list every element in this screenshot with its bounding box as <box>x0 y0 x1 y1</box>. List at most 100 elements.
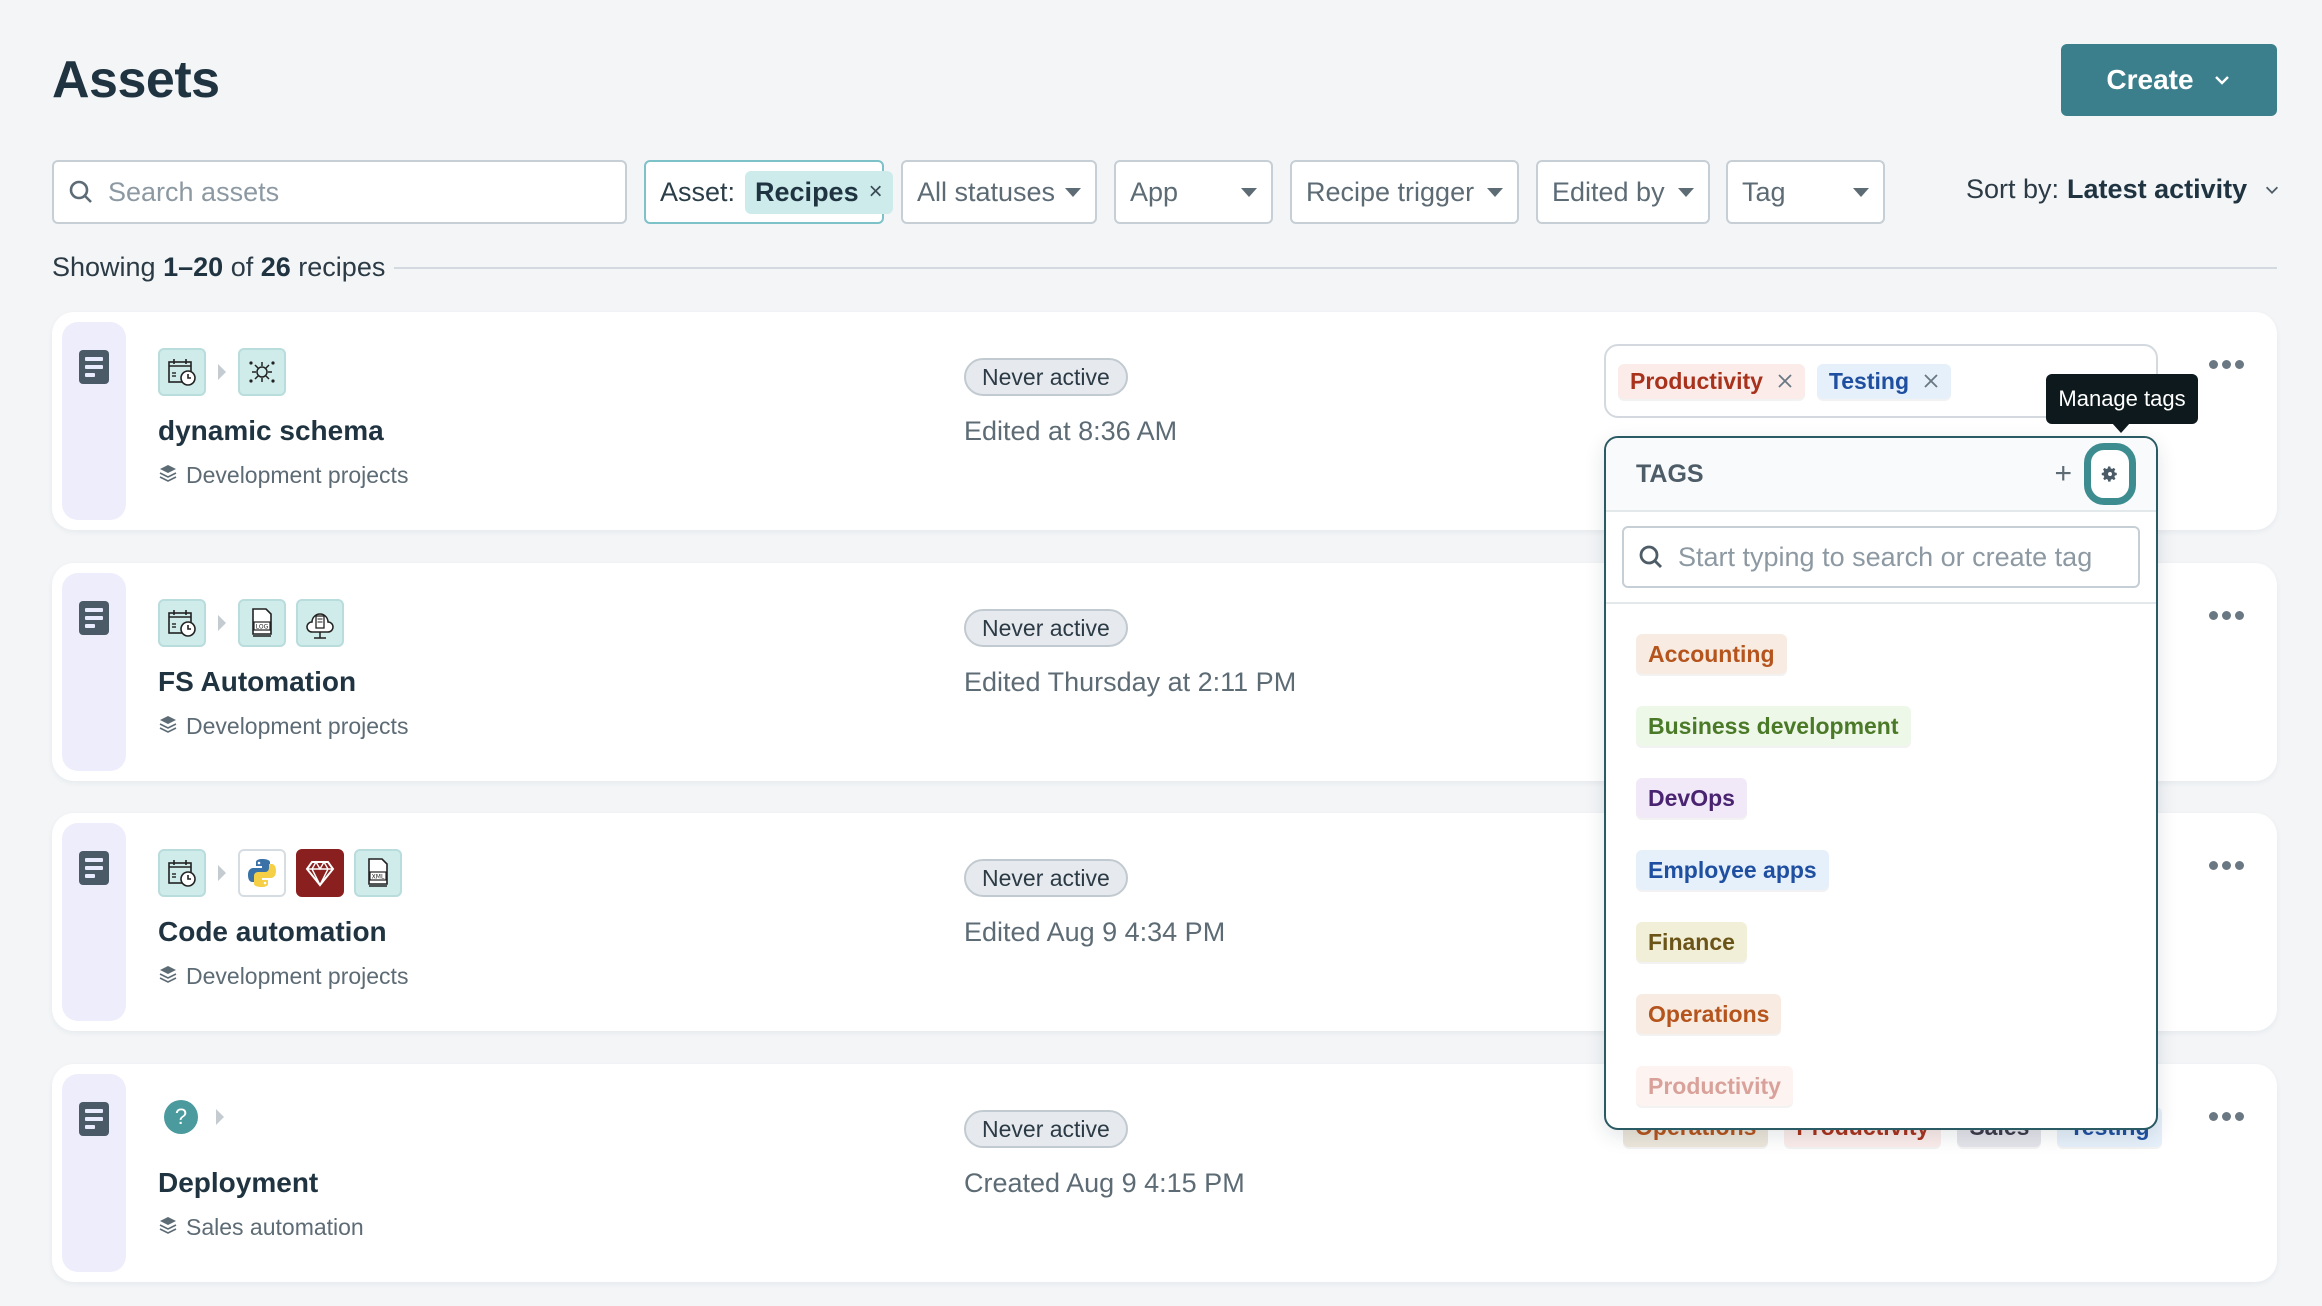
tag-filter[interactable]: Tag <box>1726 160 1885 224</box>
more-options-button[interactable] <box>2205 356 2248 373</box>
tag-option[interactable]: Accounting <box>1636 634 1787 674</box>
caret-down-icon <box>1678 187 1694 197</box>
app-filter[interactable]: App <box>1114 160 1273 224</box>
trigger-filter-label: Recipe trigger <box>1306 176 1475 207</box>
project-layers-icon <box>158 713 178 740</box>
search-icon <box>69 180 92 203</box>
recipe-timestamp: Edited Thursday at 2:11 PM <box>964 667 1297 697</box>
remove-tag-icon[interactable] <box>1923 373 1939 389</box>
project-name: Development projects <box>186 963 409 989</box>
recipe-icon <box>79 1102 109 1136</box>
recipe-project[interactable]: Development projects <box>158 462 408 489</box>
tag-chip: Testing <box>1816 363 1951 399</box>
tag-option[interactable]: Productivity <box>1636 1066 1793 1106</box>
caret-down-icon <box>1853 187 1869 197</box>
project-layers-icon <box>158 462 178 489</box>
remove-tag-icon[interactable] <box>1777 373 1793 389</box>
edited-by-filter[interactable]: Edited by <box>1536 160 1710 224</box>
tag-option[interactable]: Business development <box>1636 706 1911 746</box>
project-name: Development projects <box>186 713 409 739</box>
sort-value: Latest activity <box>2067 174 2248 204</box>
search-placeholder: Search assets <box>108 176 280 207</box>
arrow-right-icon <box>218 865 226 881</box>
results-summary: Showing 1–20 of 26 recipes <box>52 252 385 283</box>
scheduler-icon <box>158 348 206 396</box>
asset-filter-value: Recipes <box>755 176 859 207</box>
asset-type-filter[interactable]: Asset: Recipes × <box>644 160 893 224</box>
caret-down-icon <box>1487 187 1503 197</box>
search-icon <box>1639 545 1662 568</box>
divider <box>394 267 2277 269</box>
cloud-file-icon <box>296 599 344 647</box>
manage-tags-tooltip: Manage tags <box>2046 374 2198 433</box>
more-options-button[interactable] <box>2205 857 2248 874</box>
tag-option[interactable]: Operations <box>1636 994 1782 1034</box>
svg-text:LOG: LOG <box>256 624 269 631</box>
edited-by-filter-label: Edited by <box>1552 176 1665 207</box>
chevron-down-icon <box>2266 186 2279 194</box>
project-layers-icon <box>158 1214 178 1241</box>
chevron-down-icon <box>2214 76 2229 85</box>
recipe-name[interactable]: Deployment <box>158 1167 318 1199</box>
status-badge: Never active <box>964 1110 1128 1148</box>
manage-tags-button[interactable] <box>2084 443 2136 505</box>
status-badge: Never active <box>964 859 1128 897</box>
tag-option[interactable]: Finance <box>1636 922 1747 962</box>
recipe-icon <box>79 601 109 635</box>
asset-filter-label: Asset: <box>660 176 736 207</box>
add-tag-button[interactable]: + <box>2054 457 2072 491</box>
summary-suffix: recipes <box>298 252 386 282</box>
recipe-project[interactable]: Development projects <box>158 713 408 740</box>
search-input[interactable]: Search assets <box>52 160 627 224</box>
recipe-name[interactable]: Code automation <box>158 916 387 948</box>
project-layers-icon <box>158 963 178 990</box>
recipe-icon <box>79 851 109 885</box>
arrow-right-icon <box>218 615 226 631</box>
recipe-name[interactable]: FS Automation <box>158 666 356 698</box>
app-filter-label: App <box>1130 176 1179 207</box>
recipe-trigger-filter[interactable]: Recipe trigger <box>1290 160 1519 224</box>
tags-dropdown-header: TAGS + <box>1606 438 2156 512</box>
caret-down-icon <box>1241 187 1257 197</box>
log-file-icon: LOG <box>238 599 286 647</box>
scheduler-icon <box>158 849 206 897</box>
summary-of: of <box>230 252 254 282</box>
tags-dropdown: TAGS + Start typing to search or create … <box>1604 436 2158 1130</box>
recipe-project[interactable]: Sales automation <box>158 1214 364 1241</box>
tag-search-input[interactable]: Start typing to search or create tag <box>1622 526 2140 588</box>
project-name: Development projects <box>186 462 409 488</box>
python-icon <box>238 849 286 897</box>
sort-dropdown[interactable]: Sort by: Latest activity <box>1966 174 2281 205</box>
tag-option[interactable]: DevOps <box>1636 778 1747 818</box>
more-options-button[interactable] <box>2205 607 2248 624</box>
project-name: Sales automation <box>186 1214 364 1240</box>
page-title: Assets <box>52 51 220 109</box>
tag-chip: Productivity <box>1618 363 1805 399</box>
recipe-apps: LOG <box>158 599 344 647</box>
recipe-timestamp: Created Aug 9 4:15 PM <box>964 1168 1245 1198</box>
asset-filter-chip: Recipes × <box>745 170 893 214</box>
ruby-icon <box>296 849 344 897</box>
status-filter-label: All statuses <box>917 176 1056 207</box>
status-filter[interactable]: All statuses <box>901 160 1097 224</box>
recipe-timestamp: Edited at 8:36 AM <box>964 416 1178 446</box>
sort-label: Sort by: <box>1966 174 2060 204</box>
scheduler-icon <box>158 599 206 647</box>
tag-search-wrapper: Start typing to search or create tag <box>1606 512 2156 604</box>
xml-file-icon: XML <box>354 849 402 897</box>
caret-down-icon <box>1065 187 1081 197</box>
recipe-name[interactable]: dynamic schema <box>158 415 384 447</box>
gear-workflow-icon <box>238 348 286 396</box>
status-badge: Never active <box>964 358 1128 396</box>
create-button[interactable]: Create <box>2061 44 2277 116</box>
remove-filter-icon[interactable]: × <box>869 178 883 206</box>
summary-total: 26 <box>260 252 291 282</box>
tag-label: Productivity <box>1630 367 1763 394</box>
recipe-apps <box>158 348 286 396</box>
recipe-timestamp: Edited Aug 9 4:34 PM <box>964 917 1226 947</box>
recipe-project[interactable]: Development projects <box>158 963 408 990</box>
arrow-right-icon <box>218 364 226 380</box>
more-options-button[interactable] <box>2205 1108 2248 1125</box>
tag-option[interactable]: Employee apps <box>1636 850 1829 890</box>
summary-prefix: Showing <box>52 252 156 282</box>
